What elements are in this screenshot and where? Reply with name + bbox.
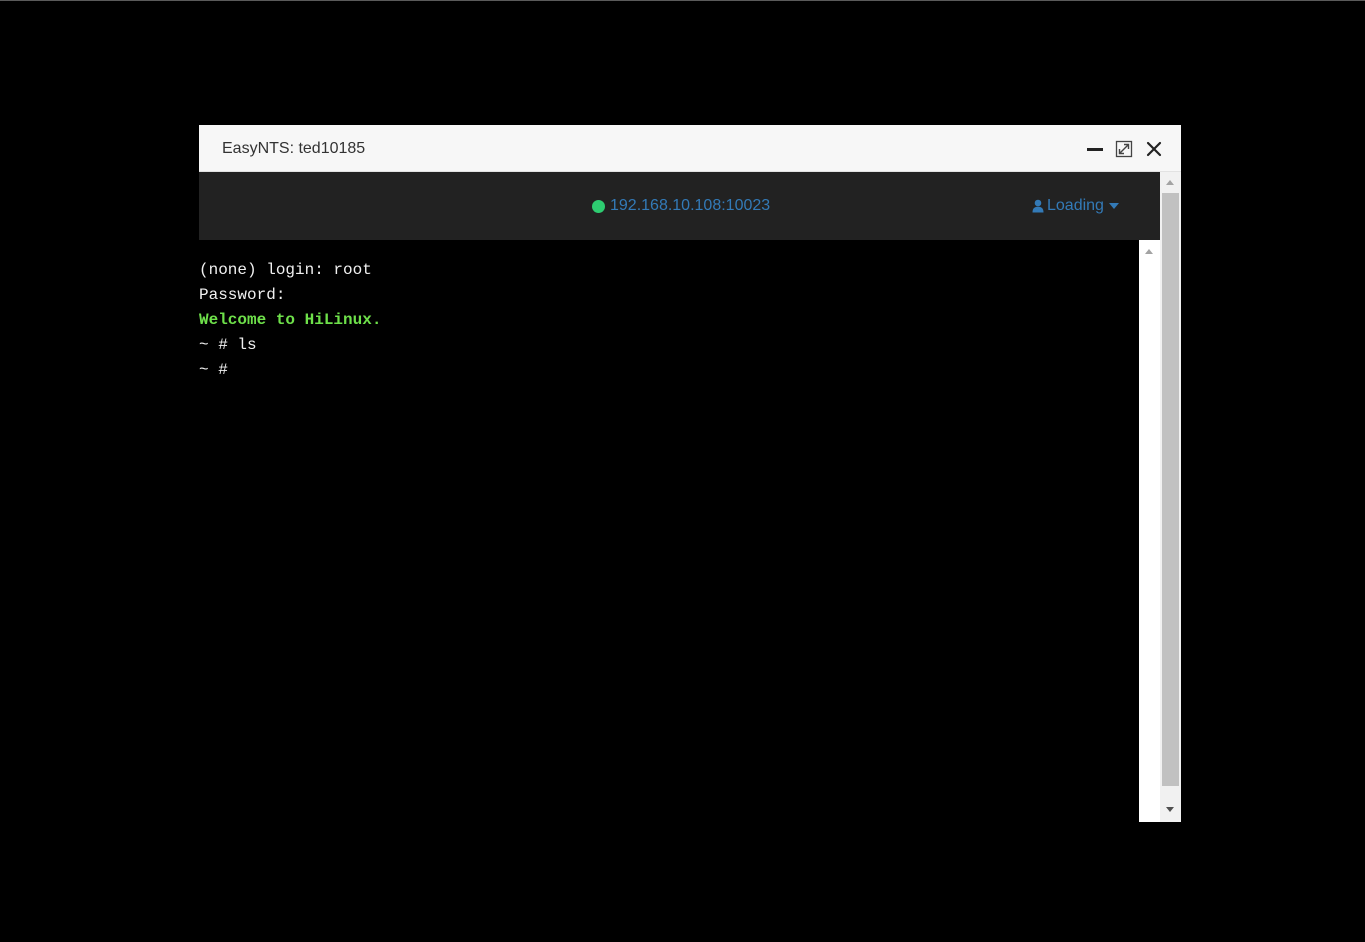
user-dropdown[interactable]: Loading (1032, 197, 1119, 215)
close-button[interactable] (1144, 139, 1164, 159)
maximize-icon (1115, 140, 1133, 158)
connection-status-link[interactable]: 192.168.10.108:10023 (592, 197, 770, 215)
dialog-title-bar[interactable]: EasyNTS: ted10185 (199, 125, 1181, 172)
dialog-title: EasyNTS: ted10185 (222, 140, 366, 157)
scrollbar-thumb[interactable] (1162, 193, 1179, 786)
terminal-line: ~ # ls (199, 336, 257, 354)
status-dot-icon (592, 199, 605, 213)
terminal-output[interactable]: (none) login: root Password: Welcome to … (199, 258, 1135, 383)
close-icon (1146, 141, 1162, 157)
user-menu-label: Loading (1047, 197, 1104, 214)
dialog-scrollbar[interactable] (1160, 172, 1181, 822)
desktop-background: EasyNTS: ted10185 192.168.10.108:10023 L… (0, 0, 1365, 942)
terminal-line-welcome: Welcome to HiLinux. (199, 311, 382, 329)
terminal-prompt-line: ~ # (199, 361, 228, 379)
connection-address: 192.168.10.108:10023 (610, 197, 771, 214)
connection-navbar: 192.168.10.108:10023 Loading (199, 172, 1160, 240)
scroll-up-arrow-icon[interactable] (1166, 180, 1174, 185)
minimize-button[interactable] (1085, 139, 1105, 159)
terminal-line: Password: (199, 286, 286, 304)
user-icon (1032, 199, 1044, 213)
terminal-dialog: EasyNTS: ted10185 192.168.10.108:10023 L… (199, 125, 1181, 822)
scroll-up-arrow-icon[interactable] (1145, 249, 1153, 254)
minimize-icon (1087, 148, 1103, 151)
scroll-down-arrow-icon[interactable] (1166, 807, 1174, 812)
terminal-scrollbar[interactable] (1139, 240, 1160, 822)
caret-down-icon (1108, 203, 1119, 209)
terminal-line: (none) login: root (199, 261, 372, 279)
maximize-button[interactable] (1114, 139, 1134, 159)
